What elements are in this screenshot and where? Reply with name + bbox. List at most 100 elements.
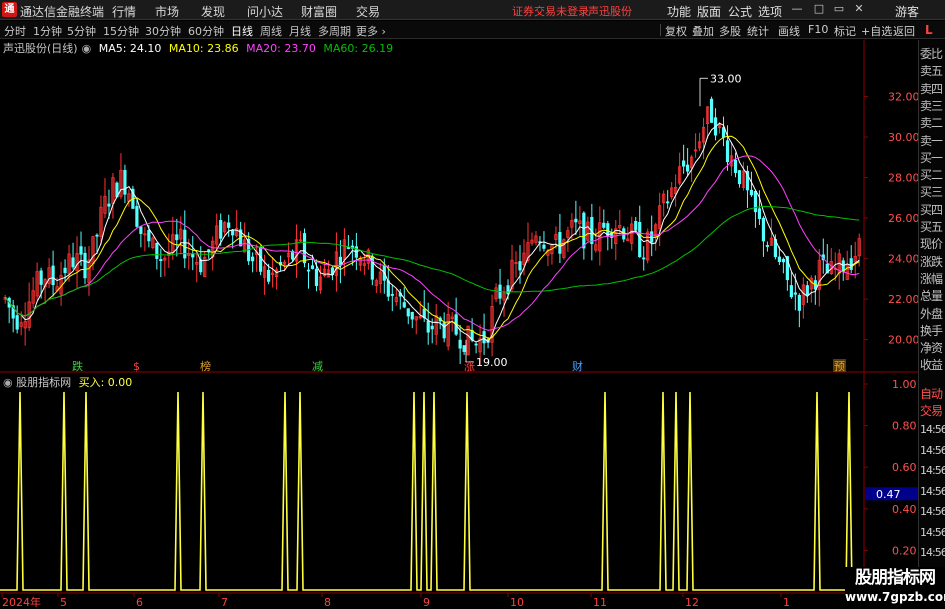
side-panel-item[interactable]: 买五 <box>920 218 943 235</box>
candle-body <box>83 252 87 279</box>
side-panel-item[interactable]: 14:56 <box>920 546 945 559</box>
side-panel-item[interactable]: 14:56 <box>920 444 945 457</box>
event-marker: $ <box>133 360 140 373</box>
date-label: 11 <box>593 596 607 609</box>
low-price-label: 19.00 <box>476 356 508 369</box>
side-panel-item[interactable]: 涨幅 <box>920 270 943 287</box>
side-panel-item[interactable]: 14:56 <box>920 464 945 477</box>
menu-wealth[interactable]: 财富圈 <box>301 3 337 20</box>
kline-chart[interactable]: 32.00 30.00 28.00 26.00 24.00 22.00 20.00 1.00 0… <box>0 40 918 609</box>
side-panel-item[interactable]: 总量 <box>920 287 943 304</box>
close-icon[interactable]: ✕ <box>852 2 866 16</box>
login-notice[interactable]: 证券交易未登录 <box>512 3 589 19</box>
candle-body <box>430 325 434 330</box>
menu-discover[interactable]: 发现 <box>201 3 225 20</box>
period-tab[interactable]: 5分钟 <box>67 23 96 39</box>
mark-button[interactable]: 标记 <box>834 23 856 39</box>
indicator-tick-label: 0.80 <box>892 420 917 433</box>
menu-layout[interactable]: 版面 <box>697 3 721 20</box>
date-label: 2024年 <box>2 595 41 609</box>
candle-body <box>749 189 754 196</box>
price-tick-label: 26.00 <box>888 212 918 225</box>
date-label: 10 <box>510 596 524 609</box>
side-panel-item[interactable]: 卖四 <box>920 80 943 97</box>
side-panel-item[interactable]: 买一 <box>920 149 943 166</box>
add-favorite-button[interactable]: +自选 <box>861 23 892 39</box>
period-toolbar: 分时 1分钟 5分钟 15分钟 30分钟 60分钟 日线 周线 月线 多周期 更… <box>0 21 945 39</box>
menu-ask[interactable]: 问小达 <box>247 3 283 20</box>
side-panel-item[interactable]: 卖二 <box>920 114 943 131</box>
period-tab[interactable]: 多周期 <box>318 23 351 39</box>
period-tab[interactable]: 1分钟 <box>33 23 62 39</box>
candle-body <box>175 234 179 241</box>
side-panel-item[interactable]: 净资 <box>920 339 943 356</box>
side-panel-item[interactable]: 买四 <box>920 201 943 218</box>
indicator-current-value: 0.47 <box>876 488 901 501</box>
back-button[interactable]: 返回 <box>893 23 915 39</box>
candle-body <box>259 246 263 272</box>
stats-button[interactable]: 统计 <box>747 23 769 39</box>
restore-icon[interactable]: □ <box>812 2 826 16</box>
event-marker: 涨 <box>464 360 475 373</box>
menu-formula[interactable]: 公式 <box>728 3 752 20</box>
minimize-icon[interactable]: — <box>790 2 804 16</box>
menu-options[interactable]: 选项 <box>758 3 782 20</box>
candle-body <box>474 343 478 346</box>
indicator-header: ◉ 股朋指标网 买入: 0.00 <box>3 374 132 390</box>
menu-function[interactable]: 功能 <box>667 3 691 20</box>
multi-stock-button[interactable]: 多股 <box>719 23 741 39</box>
candle-body <box>666 201 670 204</box>
side-panel-item[interactable]: 买三 <box>920 183 943 200</box>
period-tab-active[interactable]: 日线 <box>231 23 253 39</box>
indicator-settings-icon[interactable]: ◉ <box>3 376 16 389</box>
date-label: 6 <box>136 596 143 609</box>
side-panel-item[interactable]: 卖三 <box>920 97 943 114</box>
adjust-button[interactable]: 复权 <box>665 23 687 39</box>
side-panel-item[interactable]: 交易 <box>920 402 943 419</box>
candle-body <box>406 308 410 317</box>
period-tab[interactable]: 周线 <box>260 23 282 39</box>
high-price-label: 33.00 <box>710 72 742 85</box>
period-tab-more[interactable]: 更多 › <box>356 23 386 39</box>
side-panel-item[interactable]: 外盘 <box>920 305 943 322</box>
candle-body <box>793 292 797 295</box>
indicator-value: 买入: 0.00 <box>78 376 133 389</box>
candle-body <box>777 256 781 263</box>
date-label: 12 <box>685 596 699 609</box>
price-tick-label: 32.00 <box>888 91 918 104</box>
date-label: 1 <box>783 596 790 609</box>
side-panel-item[interactable]: 卖一 <box>920 132 943 149</box>
candle-body <box>251 256 255 262</box>
candle-body <box>733 159 738 173</box>
side-panel-item[interactable]: 换手 <box>920 322 943 339</box>
candle-body <box>71 257 75 268</box>
maximize-icon[interactable]: ▭ <box>832 2 846 16</box>
menu-quotes[interactable]: 行情 <box>112 3 136 20</box>
period-tab[interactable]: 15分钟 <box>103 23 139 39</box>
f10-button[interactable]: F10 <box>808 23 828 36</box>
side-panel-item[interactable]: 涨跌 <box>920 253 943 270</box>
overlay-button[interactable]: 叠加 <box>692 23 714 39</box>
event-marker: 财 <box>572 359 583 373</box>
ma20-line <box>4 155 860 331</box>
side-panel-item[interactable]: 14:56 <box>920 526 945 539</box>
candle-body <box>95 234 99 237</box>
period-tab[interactable]: 30分钟 <box>145 23 181 39</box>
side-panel-item[interactable]: 自动 <box>920 385 943 402</box>
side-panel-item[interactable]: 14:56 <box>920 485 945 498</box>
period-tab[interactable]: 分时 <box>4 23 26 39</box>
side-panel-item[interactable]: 卖五 <box>920 62 943 79</box>
side-panel-item[interactable]: 14:56 <box>920 423 945 436</box>
side-panel-item[interactable]: 现价 <box>920 235 943 252</box>
side-panel-item[interactable]: 买二 <box>920 166 943 183</box>
menu-market[interactable]: 市场 <box>155 3 179 20</box>
side-panel-item[interactable]: 14:56 <box>920 505 945 518</box>
panel-toggle-l[interactable]: L <box>925 23 933 37</box>
period-tab[interactable]: 月线 <box>289 23 311 39</box>
menu-trade[interactable]: 交易 <box>356 3 380 20</box>
side-panel-item[interactable]: 委比 <box>920 45 943 62</box>
side-panel-item[interactable]: 收益 <box>920 356 943 373</box>
user-label[interactable]: 游客 <box>895 3 919 20</box>
draw-line-button[interactable]: 画线 <box>778 23 800 39</box>
period-tab[interactable]: 60分钟 <box>188 23 224 39</box>
